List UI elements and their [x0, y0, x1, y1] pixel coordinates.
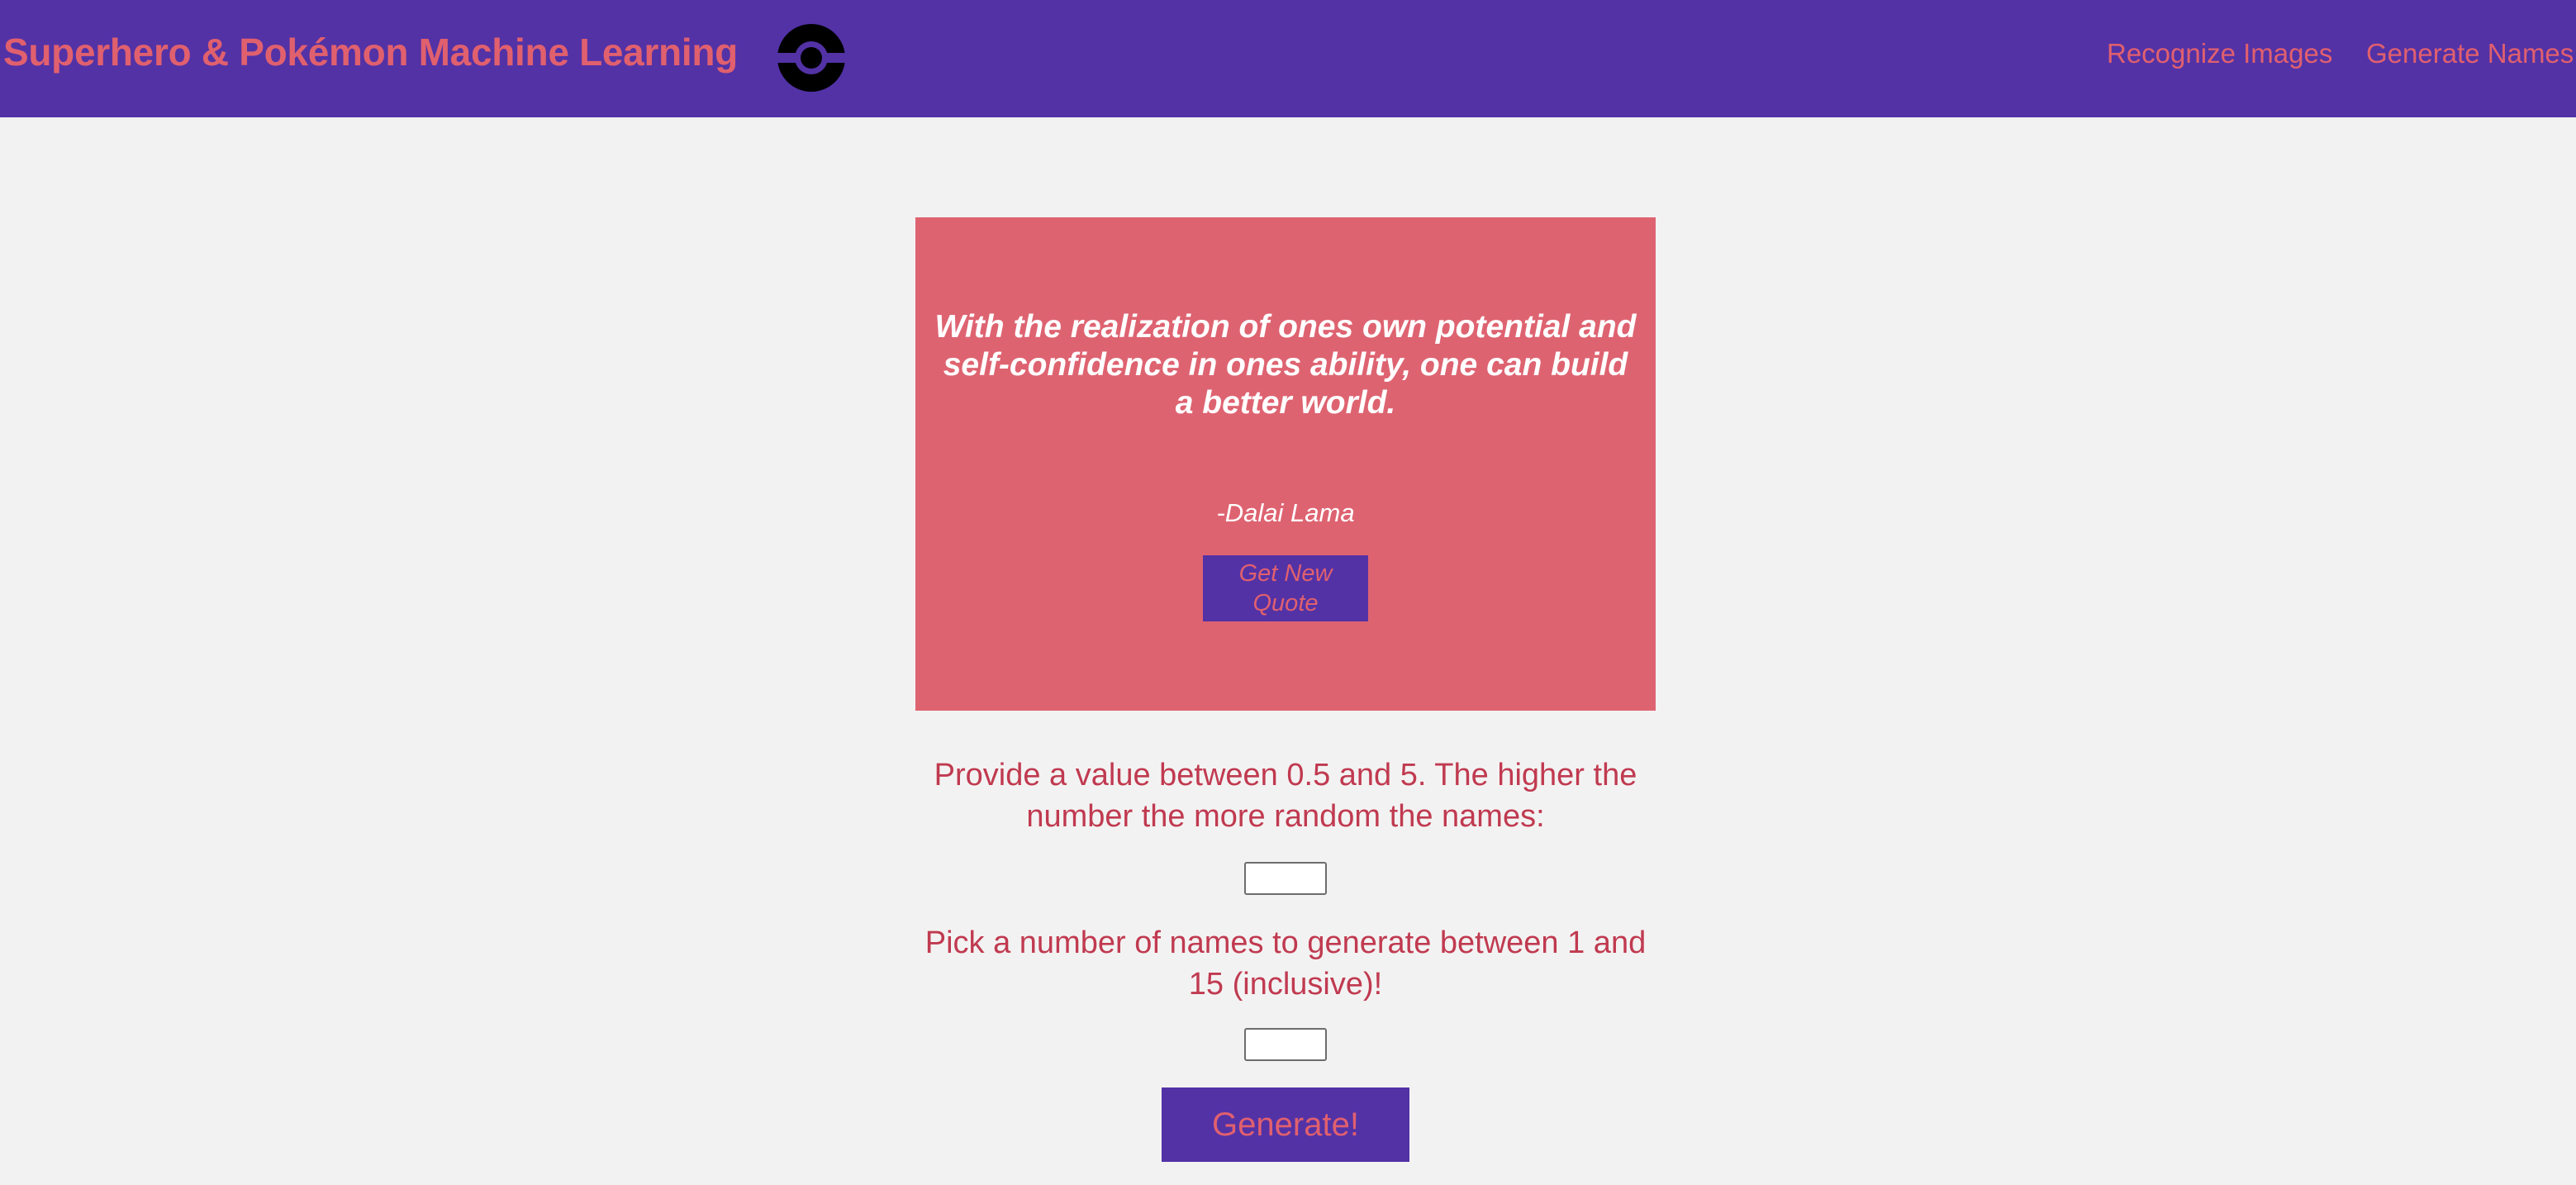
generate-button[interactable]: Generate! [1162, 1087, 1409, 1162]
quote-text: With the realization of ones own potenti… [934, 309, 1637, 421]
quote-author: -Dalai Lama [1216, 498, 1355, 527]
site-title[interactable]: Superhero & Pokémon Machine Learning [3, 30, 738, 74]
randomness-prompt: Provide a value between 0.5 and 5. The h… [934, 758, 1637, 834]
randomness-input[interactable] [1244, 862, 1327, 895]
nav-link-recognize-images[interactable]: Recognize Images [2107, 38, 2332, 69]
name-count-input[interactable] [1244, 1028, 1327, 1061]
pokeball-icon[interactable] [777, 23, 846, 93]
navbar: Superhero & Pokémon Machine Learning Rec… [0, 0, 2576, 117]
name-count-prompt: Pick a number of names to generate betwe… [924, 926, 1647, 1002]
get-new-quote-button[interactable]: Get New Quote [1203, 555, 1368, 621]
quote-card: With the realization of ones own potenti… [915, 217, 1656, 711]
nav-link-generate-names[interactable]: Generate Names [2366, 38, 2574, 69]
